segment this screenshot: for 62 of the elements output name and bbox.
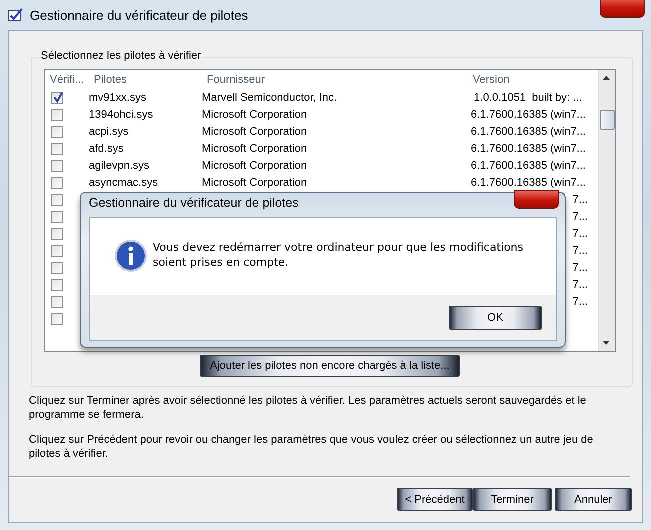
checkbox[interactable] — [51, 244, 63, 256]
vendor-cell-text: Microsoft Corporation — [202, 160, 308, 172]
ok-button[interactable]: OK — [449, 306, 542, 330]
driver-name: afd.sys — [89, 142, 125, 154]
group-label: Sélectionnez les pilotes à vérifier — [39, 50, 204, 62]
instruction-text: Cliquez sur Terminer après avoir sélectionné les pilotes à vérifier. Les paramètres actuels seront sauvegardés et le programme se fermera. — [29, 394, 588, 422]
checkbox[interactable] — [51, 108, 63, 120]
wizard-button[interactable]: Terminer — [473, 488, 552, 511]
version-cell: 7... — [572, 278, 588, 290]
driver-name: 1394ohci.sys — [89, 108, 154, 120]
checkbox[interactable] — [51, 210, 63, 222]
checkbox[interactable] — [51, 126, 63, 138]
version-cell: 7... — [572, 262, 588, 274]
checkbox[interactable] — [51, 228, 63, 240]
checkbox[interactable] — [51, 278, 63, 290]
column-header[interactable]: Pilotes — [89, 74, 202, 86]
vendor-cell-text: Microsoft Corporation — [202, 142, 308, 154]
checkbox[interactable] — [51, 262, 63, 274]
dialog-title: Gestionnaire du vérificateur de pilotes — [89, 196, 299, 210]
add-drivers-button[interactable]: Ajouter les pilotes non encore chargés à la liste... — [200, 355, 460, 377]
driver-name: asyncmac.sys — [89, 176, 160, 188]
version-cell-text: 6.1.7600.16385 (win7... — [470, 176, 587, 188]
vendor-cell-text: Microsoft Corporation — [202, 108, 308, 120]
vendor-cell-text: Microsoft Corporation — [202, 126, 308, 138]
version-cell: 7... — [572, 194, 588, 206]
version-cell: 7... — [572, 210, 588, 222]
driver-name: acpi.sys — [89, 126, 130, 138]
checkbox[interactable] — [51, 142, 63, 154]
driver-name: agilevpn.sys — [89, 160, 151, 172]
column-header[interactable]: Version — [468, 74, 588, 86]
version-cell-text: 6.1.7600.16385 (win7... — [470, 108, 587, 120]
version-cell-text: 6.1.7600.16385 (win7... — [470, 160, 587, 172]
checkbox[interactable] — [51, 176, 63, 188]
scrollbar[interactable] — [598, 70, 615, 351]
wizard-button[interactable]: < Précédent — [397, 488, 473, 511]
scroll-down-icon[interactable] — [603, 341, 610, 345]
column-header[interactable]: Fournisseur — [202, 74, 468, 86]
checkbox[interactable] — [51, 312, 63, 324]
dialog-message: Vous devez redémarrer votre ordinateur pour que les modifications soient prises en compte. — [153, 240, 525, 270]
version-cell-text: 1.0.0.1051 built by: ... — [473, 92, 584, 104]
vendor-cell-text: Marvell Semiconductor, Inc. — [202, 92, 338, 104]
wizard-button[interactable]: Annuler — [555, 488, 632, 511]
checklist-icon — [8, 7, 24, 23]
version-cell: 7... — [572, 244, 588, 256]
version-cell-text: 6.1.7600.16385 (win7... — [470, 126, 587, 138]
instruction-text: Cliquez sur Précédent pour revoir ou changer les paramètres que vous voulez créer ou sélectionnez un autre jeu de pilotes à vérifier. — [29, 433, 594, 461]
scroll-thumb[interactable] — [600, 110, 615, 130]
close-button[interactable] — [514, 190, 559, 209]
checkbox[interactable] — [51, 160, 63, 172]
driver-name: mv91xx.sys — [89, 92, 148, 104]
vendor-cell-text: Microsoft Corporation — [202, 176, 308, 188]
info-icon — [115, 240, 147, 272]
column-header[interactable]: Vérifi... — [45, 74, 89, 86]
close-button[interactable] — [600, 0, 645, 18]
version-cell: 7... — [572, 296, 588, 308]
version-cell-text: 6.1.7600.16385 (win7... — [470, 142, 587, 154]
checkbox[interactable] — [51, 92, 63, 104]
scroll-up-icon[interactable] — [603, 76, 610, 80]
window-title: Gestionnaire du vérificateur de pilotes — [30, 8, 248, 22]
version-cell: 7... — [572, 228, 588, 240]
checkbox[interactable] — [51, 296, 63, 308]
checkbox[interactable] — [51, 194, 63, 206]
